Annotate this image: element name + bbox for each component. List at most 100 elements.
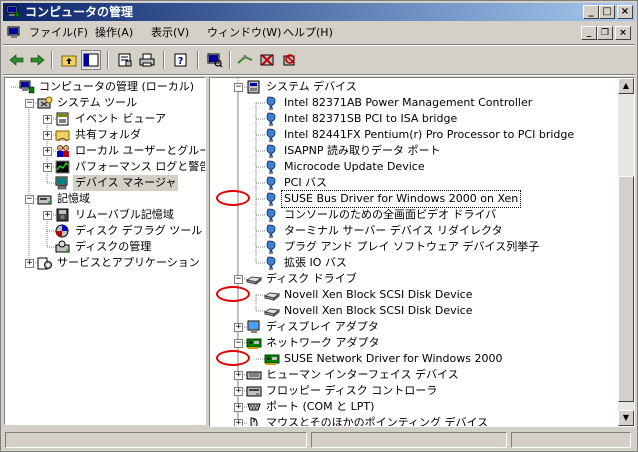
tree-item-label: サービスとアプリケーション: [57, 256, 200, 269]
back-button[interactable]: [7, 50, 27, 70]
scroll-thumb[interactable]: [618, 176, 634, 402]
expand-icon[interactable]: +: [43, 131, 52, 140]
close-button[interactable]: ×: [617, 5, 633, 19]
device-tree-item[interactable]: PCI バス: [210, 175, 616, 191]
maximize-button[interactable]: □: [599, 5, 615, 19]
console-tree-item[interactable]: ディスクの管理: [5, 239, 205, 255]
menu-view[interactable]: 表示(V): [151, 26, 189, 40]
disk-drive-icon: [263, 288, 281, 302]
menu-help[interactable]: ヘルプ(H): [283, 26, 333, 40]
console-tree-item[interactable]: + パフォーマンス ログと警告: [5, 159, 205, 175]
toolbar-separator: [163, 51, 165, 69]
tree-item-label: Intel 82371AB Power Management Controlle…: [284, 96, 533, 109]
minimize-button[interactable]: _: [583, 5, 599, 19]
uninstall-device-button[interactable]: [279, 50, 299, 70]
device-tree-item[interactable]: ISAPNP 読み取りデータ ポート: [210, 143, 616, 159]
device-tree-item[interactable]: ターミナル サーバー デバイス リダイレクタ: [210, 223, 616, 239]
network-adapter-icon: [246, 336, 262, 350]
device-tree-item[interactable]: Novell Xen Block SCSI Disk Device: [210, 287, 616, 303]
shared-folders-icon: [55, 128, 71, 142]
scan-hardware-button[interactable]: [205, 50, 225, 70]
tree-item-label: システム ツール: [57, 96, 138, 109]
device-tree-item[interactable]: Intel 82371AB Power Management Controlle…: [210, 95, 616, 111]
tree-item-label: コンソールのための全画面ビデオ ドライバ: [284, 208, 497, 221]
device-manager-icon: [55, 176, 71, 190]
console-tree-pane[interactable]: コンピュータの管理 (ローカル) − システム ツール + イベント ビューア + 共有フォ…: [4, 77, 206, 425]
expand-icon[interactable]: +: [25, 259, 34, 268]
device-tree-item[interactable]: Novell Xen Block SCSI Disk Device: [210, 303, 616, 319]
console-tree-item[interactable]: + ローカル ユーザーとグループ: [5, 143, 205, 159]
update-driver-button[interactable]: [235, 50, 255, 70]
mdi-restore-button[interactable]: ❐: [597, 26, 613, 40]
collapse-icon[interactable]: −: [25, 99, 34, 108]
console-tree-item[interactable]: コンピュータの管理 (ローカル): [5, 79, 205, 95]
device-tree-item[interactable]: − ネットワーク アダプタ: [210, 335, 616, 351]
console-tree-item[interactable]: − 記憶域: [5, 191, 205, 207]
properties-button[interactable]: [115, 50, 135, 70]
collapse-icon[interactable]: −: [234, 83, 243, 92]
title-bar[interactable]: コンピュータの管理 _ □ ×: [3, 3, 635, 21]
expand-icon[interactable]: +: [234, 323, 243, 332]
expand-icon[interactable]: +: [43, 115, 52, 124]
expand-icon[interactable]: +: [234, 371, 243, 380]
properties-icon: [118, 53, 132, 67]
console-tree-item[interactable]: ディスク デフラグ ツール: [5, 223, 205, 239]
console-tree-item[interactable]: − システム ツール: [5, 95, 205, 111]
removable-storage-icon: [55, 208, 71, 222]
collapse-icon[interactable]: −: [234, 275, 243, 284]
toolbar-separator: [197, 51, 199, 69]
device-tree-item[interactable]: SUSE Bus Driver for Windows 2000 on Xen: [210, 190, 616, 208]
console-window-icon[interactable]: [7, 26, 23, 40]
device-tree-item[interactable]: + マウスとそのほかのポインティング デバイス: [210, 415, 616, 426]
vertical-scrollbar[interactable]: ▲ ▼: [618, 78, 634, 426]
console-tree-item[interactable]: デバイス マネージャ: [5, 175, 205, 191]
expand-icon[interactable]: +: [234, 387, 243, 396]
device-tree-item[interactable]: 拡張 IO バス: [210, 255, 616, 271]
device-tree-item[interactable]: − ディスク ドライブ: [210, 271, 616, 287]
mdi-close-button[interactable]: ×: [615, 26, 631, 40]
console-tree-item[interactable]: + 共有フォルダ: [5, 127, 205, 143]
device-tree-item[interactable]: + ポート (COM と LPT): [210, 399, 616, 415]
device-tree-item[interactable]: Microcode Update Device: [210, 159, 616, 175]
expand-icon[interactable]: +: [234, 419, 243, 426]
device-tree-item[interactable]: − システム デバイス: [210, 79, 616, 95]
device-tree-item[interactable]: Intel 82441FX Pentium(r) Pro Processor t…: [210, 127, 616, 143]
device-tree-item[interactable]: コンソールのための全画面ビデオ ドライバ: [210, 207, 616, 223]
device-tree-item[interactable]: プラグ アンド プレイ ソフトウェア デバイス列挙子: [210, 239, 616, 255]
disable-device-button[interactable]: [257, 50, 277, 70]
collapse-icon[interactable]: −: [234, 339, 243, 348]
device-tree-item[interactable]: Intel 82371SB PCI to ISA bridge: [210, 111, 616, 127]
device-list-pane[interactable]: − システム デバイス Intel 82371AB Power Management…: [209, 77, 635, 427]
device-tree-item[interactable]: + ディスプレイ アダプタ: [210, 319, 616, 335]
expand-icon[interactable]: +: [43, 147, 52, 156]
forward-button[interactable]: [27, 50, 47, 70]
device-tree-item[interactable]: + ヒューマン インターフェイス デバイス: [210, 367, 616, 383]
mdi-minimize-button[interactable]: _: [581, 26, 597, 40]
menu-action[interactable]: 操作(A): [95, 26, 133, 40]
up-one-level-button[interactable]: [59, 50, 79, 70]
tree-item-label: フロッピー ディスク コントローラ: [266, 384, 438, 397]
scroll-down-button[interactable]: ▼: [618, 410, 634, 426]
help-button[interactable]: ?: [171, 50, 191, 70]
expand-icon[interactable]: +: [234, 403, 243, 412]
network-adapter-icon: [264, 352, 280, 366]
back-arrow-icon: [9, 54, 24, 66]
device-tree-item[interactable]: + フロッピー ディスク コントローラ: [210, 383, 616, 399]
menu-file[interactable]: ファイル(F): [29, 26, 88, 40]
expand-icon[interactable]: +: [43, 163, 52, 172]
device-tree-item[interactable]: SUSE Network Driver for Windows 2000: [210, 351, 616, 367]
print-button[interactable]: [137, 50, 157, 70]
show-hide-tree-button[interactable]: [81, 50, 101, 70]
collapse-icon[interactable]: −: [25, 195, 34, 204]
console-tree-item[interactable]: + リムーバブル記憶域: [5, 207, 205, 223]
tree-item-label: ディスプレイ アダプタ: [266, 320, 379, 333]
tree-item-label: 共有フォルダ: [75, 128, 141, 141]
expand-icon[interactable]: +: [43, 211, 52, 220]
tree-item-label: Intel 82441FX Pentium(r) Pro Processor t…: [284, 128, 575, 141]
tree-item-label: システム デバイス: [266, 80, 357, 93]
menu-window[interactable]: ウィンドウ(W): [207, 26, 281, 40]
console-tree-item[interactable]: + イベント ビューア: [5, 111, 205, 127]
tree-item-label: イベント ビューア: [75, 112, 167, 125]
scroll-up-button[interactable]: ▲: [618, 78, 634, 94]
console-tree-item[interactable]: + サービスとアプリケーション: [5, 255, 205, 271]
